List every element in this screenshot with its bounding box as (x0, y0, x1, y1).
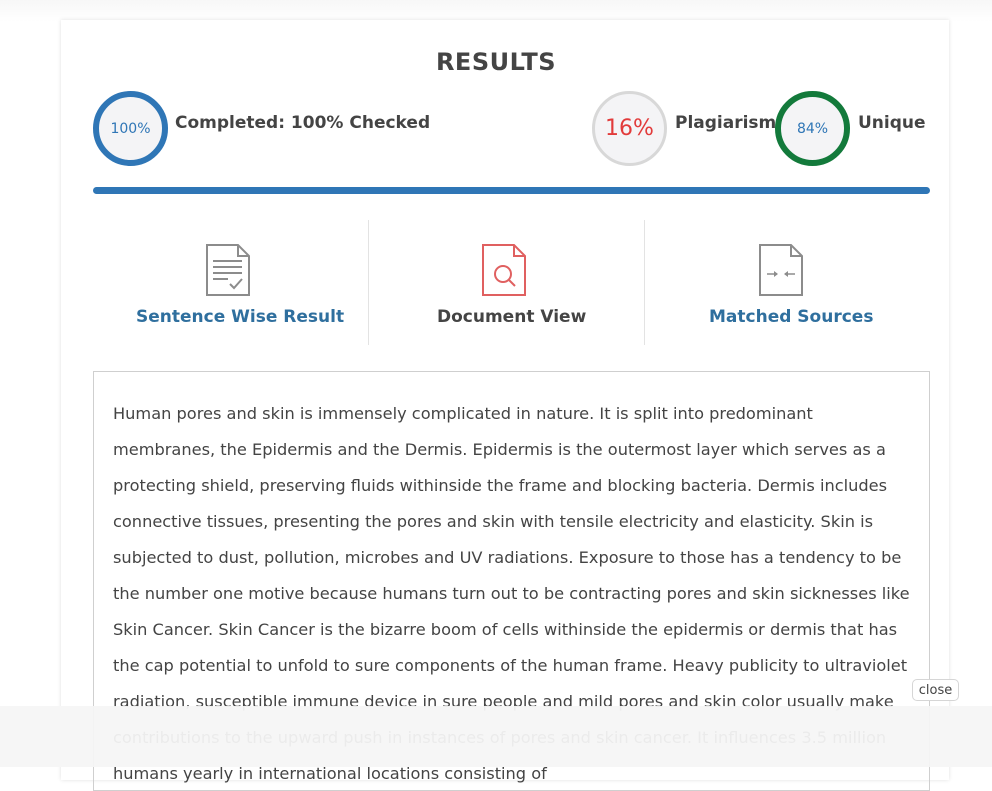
plagiarism-percent-text: 16% (605, 116, 654, 141)
matched-sources-label[interactable]: Matched Sources (709, 307, 873, 327)
unique-label: Unique (858, 113, 926, 133)
document-search-icon[interactable] (482, 244, 526, 296)
plagiarism-percent-circle: 16% (592, 91, 667, 166)
sentence-wise-result-label[interactable]: Sentence Wise Result (136, 307, 344, 327)
compare-arrows-document-icon[interactable] (759, 244, 803, 296)
completed-percent-circle: 100% (93, 91, 168, 166)
completed-label: Completed: 100% Checked (175, 113, 431, 133)
unique-percent-text: 84% (796, 120, 829, 137)
progress-bar (93, 187, 930, 194)
top-shade (0, 0, 992, 22)
tool-divider (644, 220, 645, 345)
plagiarism-label: Plagiarism (675, 113, 777, 133)
checklist-document-icon[interactable] (206, 244, 250, 296)
close-button[interactable]: close (912, 679, 959, 701)
results-title: RESULTS (435, 48, 557, 76)
completed-percent-text: 100% (110, 120, 151, 137)
unique-percent-circle: 84% (775, 91, 850, 166)
tool-divider (368, 220, 369, 345)
bottom-overlay (0, 706, 992, 767)
document-view-label[interactable]: Document View (437, 307, 586, 327)
